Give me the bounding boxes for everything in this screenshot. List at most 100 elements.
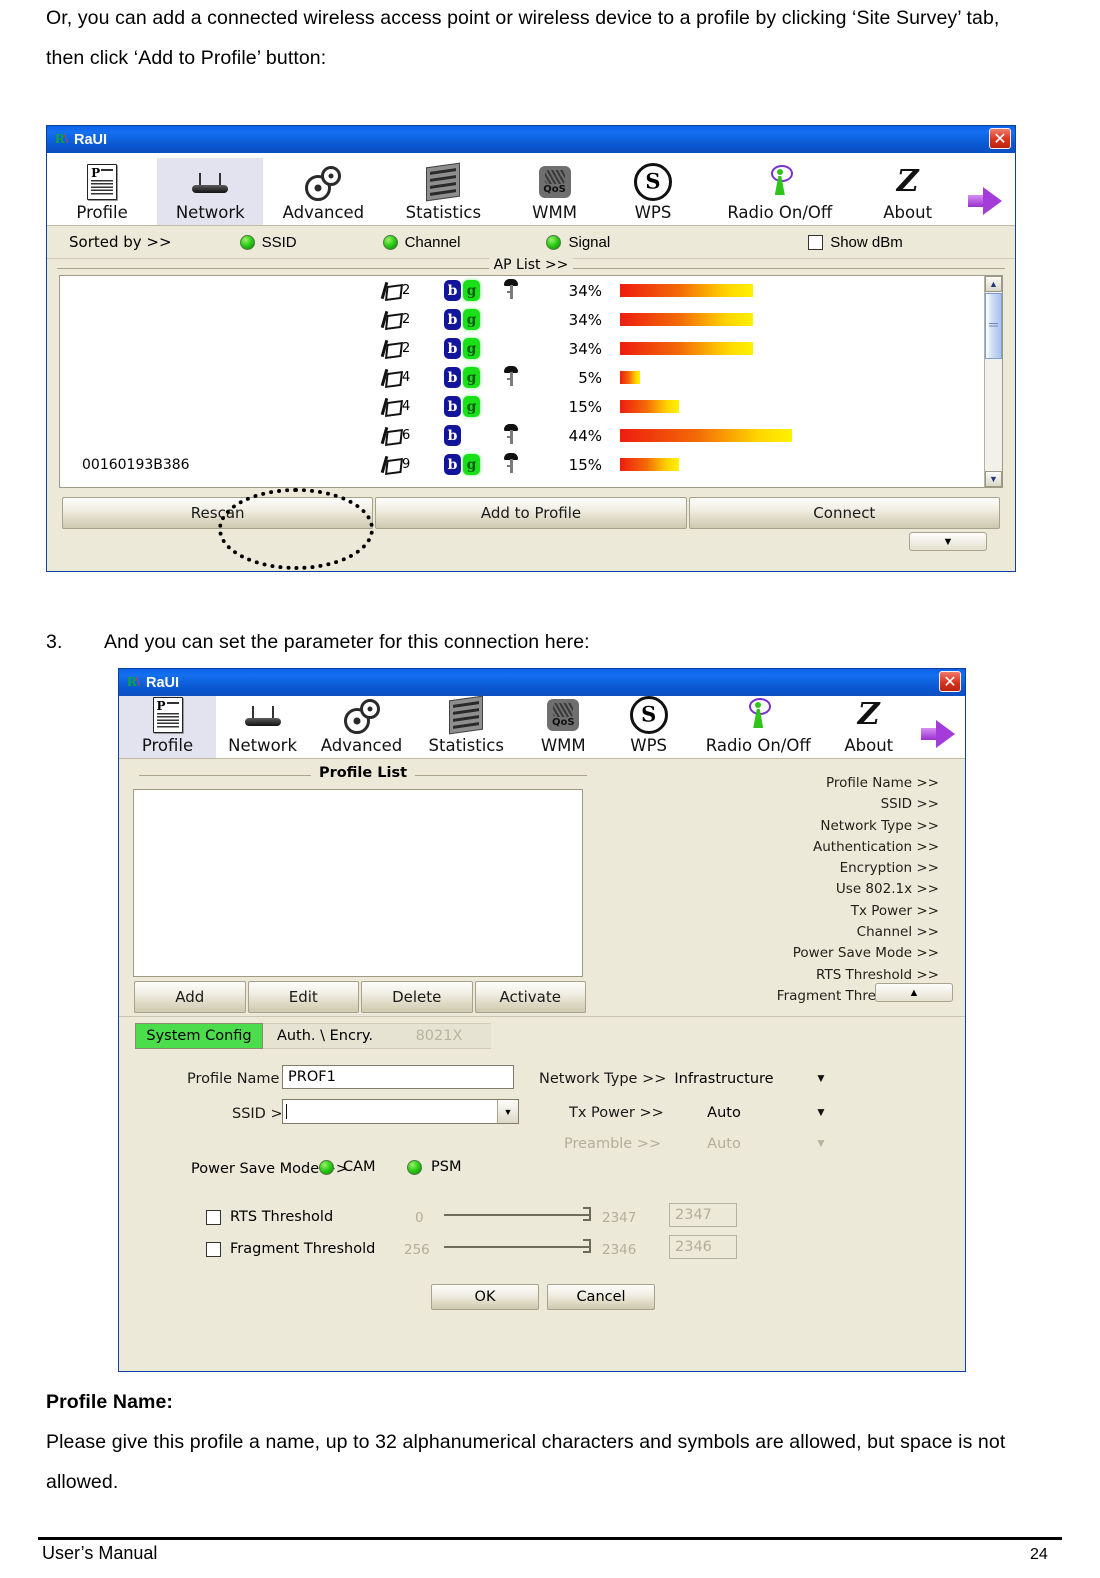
purple-arrow-icon[interactable] <box>968 187 1003 215</box>
connect-button[interactable]: Connect <box>688 497 1000 529</box>
rts-threshold-checkbox[interactable]: RTS Threshold <box>206 1209 333 1225</box>
toolbar-item-profile[interactable]: Profile <box>119 691 216 758</box>
toolbar-item-statistics[interactable]: Statistics <box>414 691 519 758</box>
checkbox-icon <box>206 1209 221 1225</box>
profile-name-input[interactable]: PROF1 <box>282 1065 514 1089</box>
collapse-toggle-button[interactable]: ▲ <box>875 983 953 1002</box>
purple-arrow-icon[interactable] <box>920 720 955 748</box>
step-text: And you can set the parameter for this c… <box>104 631 590 653</box>
ap-list-row[interactable]: 6 b 44% <box>60 421 1002 450</box>
rts-slider[interactable] <box>444 1207 591 1221</box>
profile-list-section: Profile List Add Edit Delete Activate Profi… <box>119 759 965 1016</box>
toolbar-item-wps[interactable]: WPS <box>606 158 700 225</box>
profile-list-box[interactable] <box>133 789 583 977</box>
toolbar-item-label: About <box>883 203 933 222</box>
ok-button[interactable]: OK <box>431 1284 539 1310</box>
toolbar-item-label: Radio On/Off <box>727 203 833 222</box>
tx-power-value[interactable]: Auto <box>649 1105 799 1121</box>
radio-selected-icon <box>239 234 255 250</box>
band-b-badge: b <box>444 280 461 301</box>
edit-button[interactable]: Edit <box>247 981 359 1013</box>
radio-icon <box>319 1159 334 1175</box>
fragment-threshold-checkbox[interactable]: Fragment Threshold <box>206 1241 375 1257</box>
radio-selected-icon <box>546 234 562 250</box>
chevron-down-icon[interactable]: ▼ <box>497 1100 518 1123</box>
chevron-down-icon[interactable]: ▼ <box>815 1071 827 1085</box>
config-tab-system-config[interactable]: System Config <box>135 1023 263 1049</box>
ap-security <box>504 278 544 303</box>
toolbar-icon-wrap <box>343 695 380 735</box>
checkbox-icon <box>808 234 824 250</box>
toolbar-item-statistics[interactable]: Statistics <box>383 158 503 225</box>
toolbar-item-advanced[interactable]: Advanced <box>309 691 414 758</box>
toolbar-icon-wrap: QoS <box>538 162 571 202</box>
toolbar-item-about[interactable]: Z About <box>827 691 910 758</box>
toolbar-item-arrow[interactable] <box>956 177 1015 225</box>
toolbar-item-advanced[interactable]: Advanced <box>263 158 383 225</box>
toolbar-item-profile[interactable]: Profile <box>47 158 157 225</box>
band-g-badge: g <box>463 454 480 475</box>
toolbar-item-wps[interactable]: WPS <box>608 691 690 758</box>
close-icon[interactable]: ✕ <box>939 671 961 692</box>
add-to-profile-button[interactable]: Add to Profile <box>375 497 687 529</box>
ap-list-row[interactable]: 00160193B386 9 b g 15% <box>60 450 1002 479</box>
toolbar-item-about[interactable]: Z About <box>859 158 955 225</box>
profile-detail-label: Tx Power >> <box>850 902 939 919</box>
sort-option-ssid[interactable]: SSID <box>239 234 297 251</box>
toolbar-icon-wrap <box>920 714 955 754</box>
window2-title: RaUI <box>146 674 180 691</box>
slider-track <box>444 1246 591 1248</box>
ap-list-row[interactable]: 2 b g 34% <box>60 334 1002 363</box>
close-icon[interactable]: ✕ <box>989 128 1011 149</box>
ap-signal-bar <box>620 284 753 297</box>
ap-signal-label: 34% <box>568 339 602 358</box>
rts-value-input[interactable]: 2347 <box>669 1203 737 1227</box>
sort-option-signal[interactable]: Signal <box>546 234 610 251</box>
fragment-value-input[interactable]: 2346 <box>669 1235 737 1259</box>
ap-channel: 2 <box>380 310 444 330</box>
slider-knob[interactable] <box>583 1207 591 1221</box>
window1-titlebar[interactable]: R\ RaUI ✕ <box>47 126 1015 153</box>
toolbar-item-radio-on-off[interactable]: Radio On/Off <box>700 158 859 225</box>
ap-list-row[interactable]: 2 b g 34% <box>60 276 1002 305</box>
window2-titlebar[interactable]: R\ RaUI ✕ <box>119 669 965 696</box>
expand-toggle-button[interactable]: ▼ <box>909 532 987 551</box>
activate-button[interactable]: Activate <box>474 981 586 1013</box>
radio-selected-icon <box>382 234 398 250</box>
cancel-button[interactable]: Cancel <box>547 1284 655 1310</box>
config-tab-auth-encry[interactable]: Auth. \ Encry. <box>263 1023 387 1049</box>
fragment-slider[interactable] <box>444 1239 591 1253</box>
delete-button[interactable]: Delete <box>361 981 473 1013</box>
ap-list-row[interactable]: 2 b g 34% <box>60 305 1002 334</box>
toolbar-icon-wrap <box>764 162 796 202</box>
band-g-badge: g <box>463 367 480 388</box>
toolbar-item-arrow[interactable] <box>911 710 966 758</box>
toolbar-item-network[interactable]: Network <box>157 158 264 225</box>
profile-detail-label: Profile Name >> <box>825 775 939 791</box>
ap-list-row[interactable]: 4 b g 5% <box>60 363 1002 392</box>
radio-antenna-icon <box>742 698 774 732</box>
slider-knob[interactable] <box>583 1239 591 1253</box>
chevron-down-icon[interactable]: ▼ <box>815 1105 827 1119</box>
sort-option-channel[interactable]: Channel <box>382 234 460 251</box>
band-g-badge: g <box>463 280 480 301</box>
checkbox-icon <box>206 1241 221 1257</box>
window1-button-row: Rescan Add to Profile Connect <box>61 497 1001 529</box>
power-save-option-psm[interactable]: PSM <box>407 1159 461 1175</box>
power-save-option-cam[interactable]: CAM <box>319 1159 376 1175</box>
key-icon <box>504 452 518 473</box>
profile-list-button-row: Add Edit Delete Activate <box>133 981 587 1013</box>
toolbar-item-wmm[interactable]: QoS WMM <box>519 691 608 758</box>
toolbar-item-network[interactable]: Network <box>216 691 309 758</box>
network-type-value[interactable]: Infrastructure <box>649 1071 799 1087</box>
add-button[interactable]: Add <box>134 981 246 1013</box>
ssid-combobox[interactable]: ▼ <box>282 1099 519 1124</box>
show-dbm-checkbox[interactable]: Show dBm <box>808 234 903 251</box>
rescan-button[interactable]: Rescan <box>62 497 374 529</box>
toolbar-item-radio-on-off[interactable]: Radio On/Off <box>689 691 827 758</box>
ap-list-row[interactable]: 4 b g 15% <box>60 392 1002 421</box>
ap-list[interactable]: ▲ ▼ 2 b g 34% 2 b g 34% 2 b g 34% 4 b g 5% 4 b g 15% 6 b 44% 00… <box>59 275 1003 488</box>
ap-channel-number: 2 <box>402 312 411 327</box>
ap-bands: bg <box>444 454 504 475</box>
toolbar-item-wmm[interactable]: QoS WMM <box>503 158 605 225</box>
